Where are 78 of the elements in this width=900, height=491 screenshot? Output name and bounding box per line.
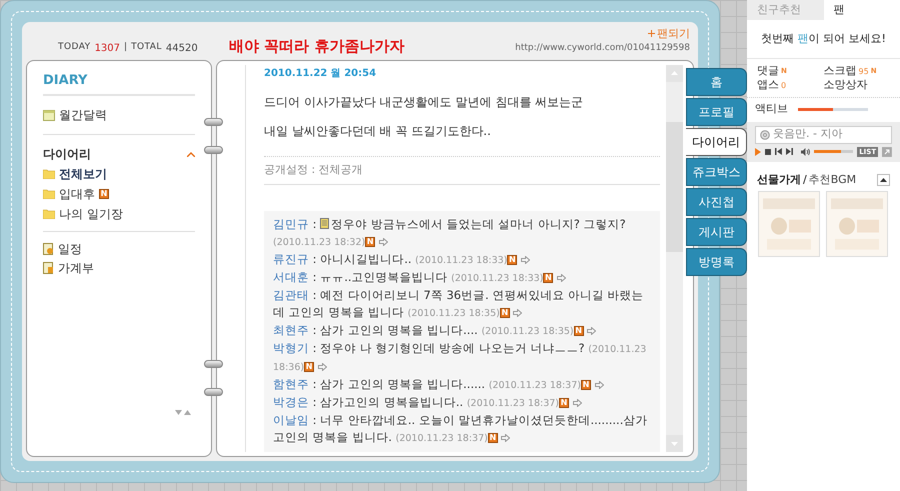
nav-tab[interactable]: 사진첩 bbox=[686, 188, 747, 216]
reply-arrow-icon[interactable] bbox=[557, 274, 566, 282]
stop-icon[interactable] bbox=[764, 148, 771, 154]
stat-count: 95 bbox=[858, 66, 869, 78]
today-label: TODAY bbox=[58, 41, 91, 54]
post-paragraph: 내일 날씨안좋다던데 배 꼭 뜨길기도한다.. bbox=[264, 122, 492, 138]
collapse-caret-icon[interactable] bbox=[187, 152, 195, 156]
nav-tab[interactable]: 프로필 bbox=[686, 98, 747, 126]
new-badge: N bbox=[99, 189, 109, 199]
reply-arrow-icon[interactable] bbox=[572, 398, 582, 407]
reply-arrow-icon[interactable] bbox=[521, 256, 530, 264]
nav-tab[interactable]: 홈 bbox=[686, 68, 747, 96]
tool-link[interactable]: 일정 bbox=[58, 240, 82, 258]
scroll-thumb[interactable] bbox=[666, 122, 683, 252]
menu-heading: DIARY bbox=[43, 72, 88, 90]
disc-icon bbox=[760, 130, 770, 140]
nav-tab[interactable]: 다이어리 bbox=[686, 128, 747, 156]
new-badge: N bbox=[559, 398, 570, 408]
nav-tab[interactable]: 게시판 bbox=[686, 218, 747, 246]
reply-arrow-icon[interactable] bbox=[513, 308, 522, 317]
bgm-title[interactable]: 추천BGM bbox=[808, 172, 856, 188]
visibility-setting: 공개설정 : 전체공개 bbox=[264, 162, 364, 178]
volume-slider[interactable] bbox=[814, 150, 854, 153]
scrollbar[interactable] bbox=[666, 64, 683, 452]
tool-link[interactable]: 가계부 bbox=[58, 259, 94, 277]
nav-tab[interactable]: 방명록 bbox=[686, 248, 747, 276]
new-badge: N bbox=[580, 380, 591, 390]
gift-shop-title[interactable]: 선물가게 bbox=[757, 172, 801, 188]
today-count: 1307 bbox=[94, 42, 120, 56]
new-badge: N bbox=[543, 272, 554, 283]
calendar-link[interactable]: 월간달력 bbox=[59, 106, 107, 124]
ledger-icon bbox=[43, 262, 54, 274]
stat-link[interactable]: 댓글 bbox=[757, 63, 779, 80]
new-badge: N bbox=[507, 254, 518, 265]
homepage-title: 배야 꼭떠라 휴가좀나가자 bbox=[229, 36, 404, 57]
plus-icon bbox=[648, 30, 655, 38]
activity-label: 액티브 bbox=[755, 101, 788, 118]
folder-link[interactable]: 입대후 bbox=[59, 185, 95, 203]
stat-count: 0 bbox=[781, 80, 786, 92]
memo-icon bbox=[320, 218, 330, 229]
post-date: 2010.11.22 월 20:54 bbox=[264, 66, 378, 80]
new-badge: N bbox=[365, 236, 376, 247]
new-badge: N bbox=[488, 432, 498, 443]
nav-tab[interactable]: 쥬크박스 bbox=[686, 158, 747, 186]
reply-arrow-icon[interactable] bbox=[378, 238, 388, 246]
speaker-icon[interactable] bbox=[800, 148, 810, 156]
previous-icon[interactable] bbox=[774, 148, 782, 155]
calendar-icon bbox=[43, 110, 55, 120]
page-arrows-icon[interactable] bbox=[175, 410, 191, 416]
caret-up-icon bbox=[880, 178, 887, 182]
post-paragraph: 드디어 이사가끝났다 내군생활에도 말년에 침대를 써보는군 bbox=[264, 94, 584, 110]
collapse-button[interactable] bbox=[877, 174, 890, 186]
popout-icon[interactable] bbox=[882, 146, 892, 156]
count-separator: | bbox=[124, 41, 128, 54]
new-badge: N bbox=[500, 308, 510, 318]
folder-group-title[interactable]: 다이어리 bbox=[43, 145, 91, 163]
fan-prompt: 첫번째 팬이 되어 보세요! bbox=[760, 31, 887, 47]
new-badge: N bbox=[304, 362, 314, 372]
reply-arrow-icon[interactable] bbox=[587, 326, 596, 335]
gift-separator: / bbox=[803, 172, 807, 188]
homepage-url[interactable]: http://www.cyworld.com/01041129598 bbox=[515, 42, 690, 56]
folder-link[interactable]: 전체보기 bbox=[59, 165, 107, 183]
clock-document-icon bbox=[43, 243, 54, 255]
folder-icon bbox=[43, 209, 55, 219]
folder-link[interactable]: 나의 일기장 bbox=[59, 205, 123, 223]
total-count: 44520 bbox=[166, 42, 198, 56]
stat-link[interactable]: 소망상자 bbox=[824, 77, 868, 94]
total-label: TOTAL bbox=[131, 41, 162, 54]
track-title: 웃음만. - 지아 bbox=[773, 126, 842, 142]
reply-arrow-icon[interactable] bbox=[318, 362, 327, 371]
open-folder-icon bbox=[43, 169, 55, 179]
stat-link[interactable]: 앱스 bbox=[757, 77, 779, 94]
next-icon[interactable] bbox=[786, 148, 793, 155]
folder-icon bbox=[43, 189, 55, 199]
reply-arrow-icon[interactable] bbox=[501, 434, 510, 442]
stat-link[interactable]: 스크랩 bbox=[824, 63, 856, 80]
new-badge: N bbox=[574, 326, 584, 336]
reply-arrow-icon[interactable] bbox=[594, 380, 604, 389]
